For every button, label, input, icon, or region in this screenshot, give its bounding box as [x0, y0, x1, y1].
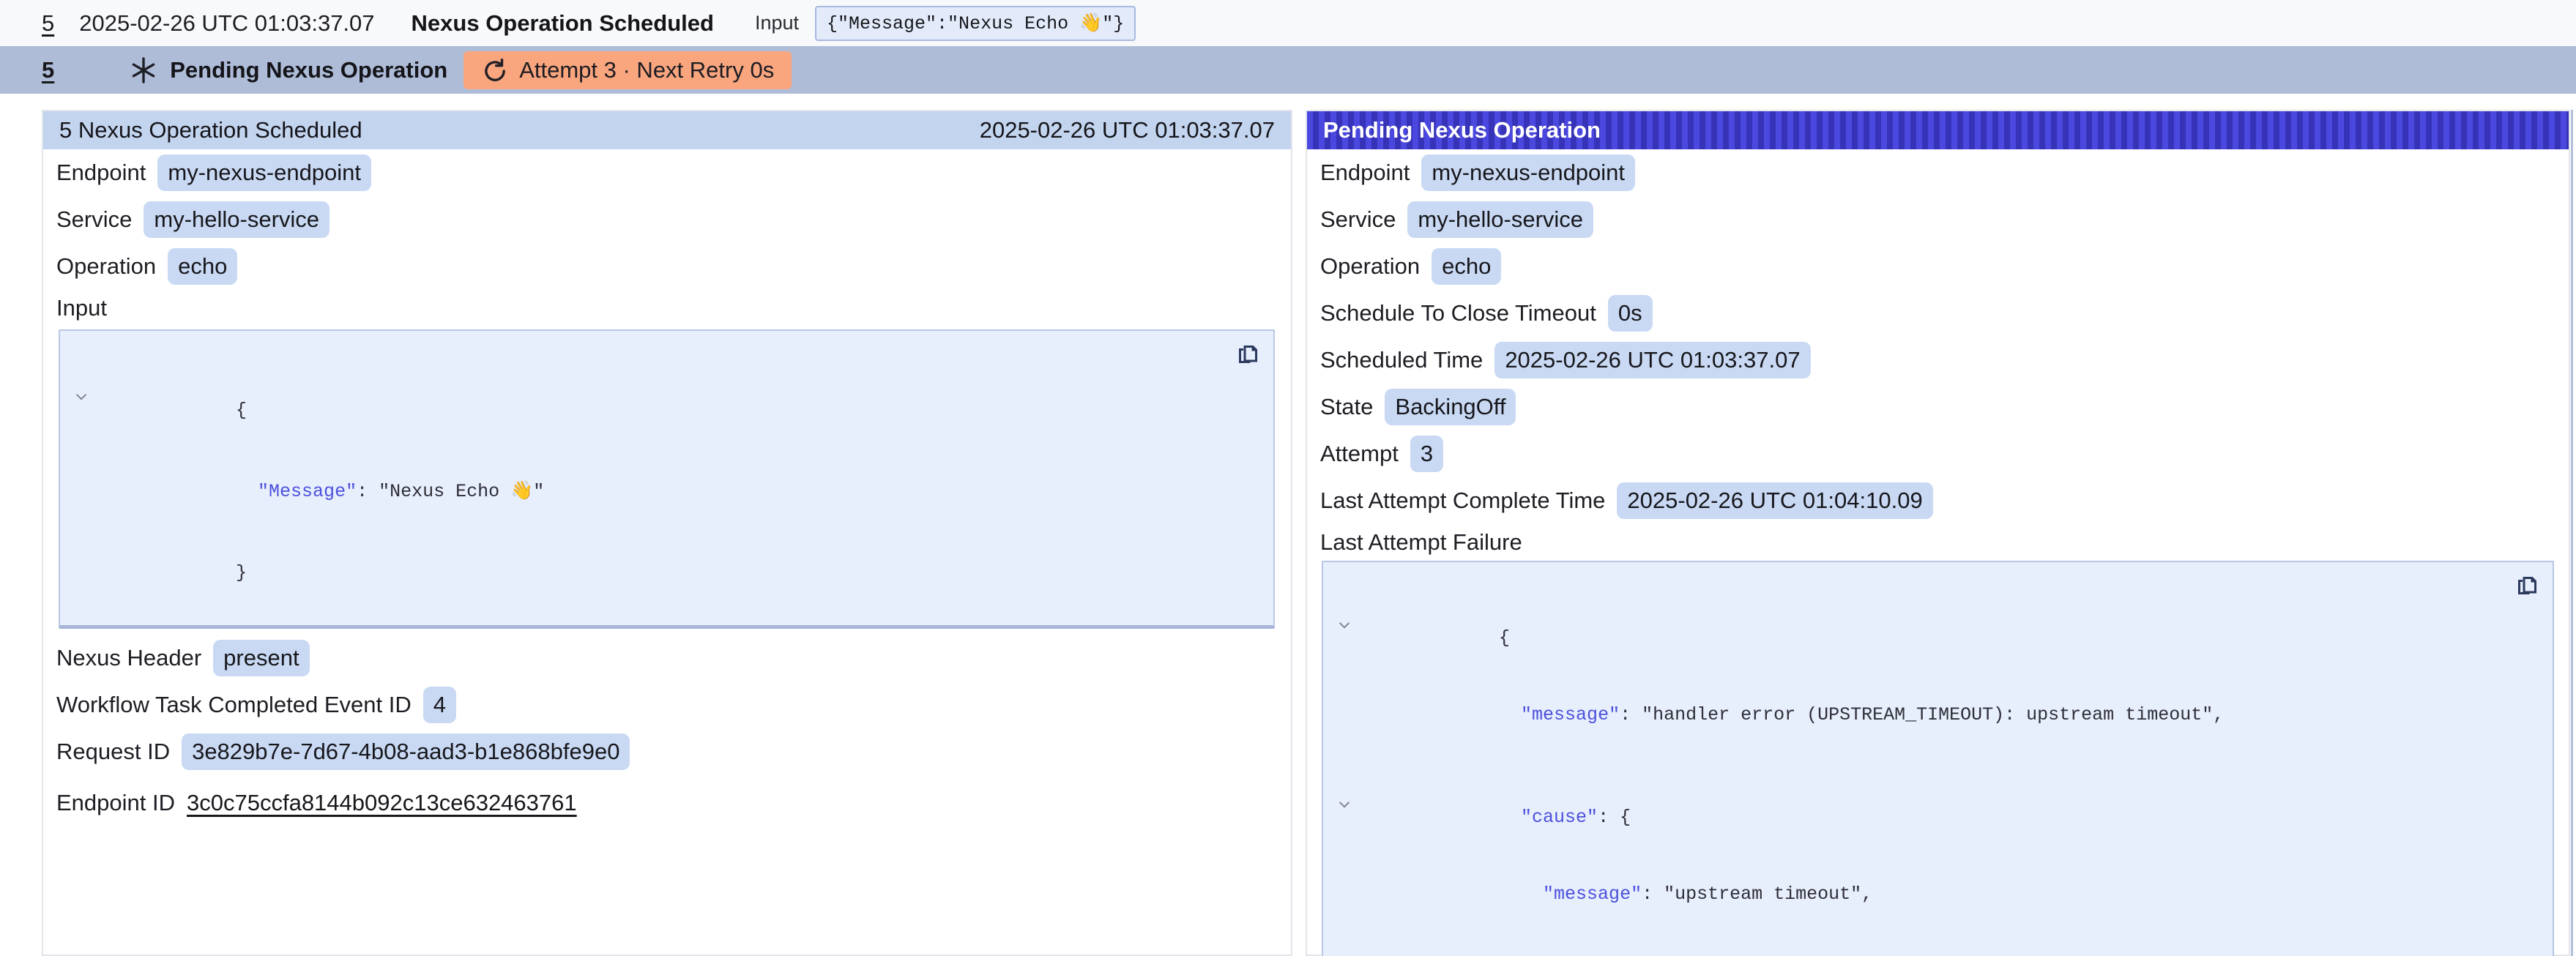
field-row-schedule-to-close-timeout: Schedule To Close Timeout 0s — [1320, 290, 2554, 337]
field-label: Operation — [56, 253, 156, 280]
retry-icon — [481, 56, 509, 84]
field-value-badge: my-nexus-endpoint — [157, 154, 371, 191]
field-row-endpoint: Endpoint my-nexus-endpoint — [1320, 149, 2554, 196]
field-row-state: State BackingOff — [1320, 384, 2554, 430]
field-row-operation: Operation echo — [1320, 243, 2554, 290]
field-row-nexus-header: Nexus Header present — [56, 635, 1276, 681]
field-label: Endpoint — [56, 160, 146, 186]
event-input-label: Input — [755, 12, 799, 34]
field-label: Schedule To Close Timeout — [1320, 300, 1596, 326]
endpoint-id-link[interactable]: 3c0c75ccfa8144b092c13ce632463761 — [187, 790, 577, 816]
field-label: Last Attempt Complete Time — [1320, 488, 1605, 514]
field-value-badge: echo — [1432, 248, 1501, 285]
event-row-scheduled[interactable]: 5 2025-02-26 UTC 01:03:37.07 Nexus Opera… — [0, 0, 2576, 46]
json-line: "applicationFailureInfo": { — [1333, 933, 2501, 956]
field-label: State — [1320, 394, 1373, 420]
field-value-badge: echo — [168, 248, 237, 285]
field-row-endpoint: Endpoint my-nexus-endpoint — [56, 149, 1276, 196]
event-name: Nexus Operation Scheduled — [412, 10, 714, 37]
panel-timestamp: 2025-02-26 UTC 01:03:37.07 — [980, 117, 1275, 143]
field-value-badge: 2025-02-26 UTC 01:03:37.07 — [1494, 342, 1810, 378]
field-value-badge: 3e829b7e-7d67-4b08-aad3-b1e868bfe9e0 — [182, 733, 630, 770]
field-label: Attempt — [1320, 441, 1399, 467]
field-label: Service — [56, 206, 132, 233]
field-value-badge: BackingOff — [1385, 389, 1516, 425]
field-row-last-attempt-complete-time: Last Attempt Complete Time 2025-02-26 UT… — [1320, 477, 2554, 524]
json-line: "message": "handler error (UPSTREAM_TIME… — [1333, 676, 2501, 753]
field-value-badge: 2025-02-26 UTC 01:04:10.09 — [1617, 482, 1932, 519]
field-row-endpoint-id: Endpoint ID 3c0c75ccfa8144b092c13ce63246… — [56, 780, 1276, 826]
collapse-chevron-icon[interactable] — [1336, 796, 1352, 813]
pending-operation-panel: Pending Nexus Operation Endpoint my-nexu… — [1306, 110, 2570, 956]
collapse-chevron-icon[interactable] — [73, 389, 89, 405]
field-value-badge: 4 — [423, 687, 456, 723]
field-row-service: Service my-hello-service — [56, 196, 1276, 243]
field-row-operation: Operation echo — [56, 243, 1276, 290]
failure-json-viewer: { "message": "handler error (UPSTREAM_TI… — [1322, 561, 2554, 956]
failure-section-label: Last Attempt Failure — [1320, 529, 1522, 556]
scheduled-event-panel: 5 Nexus Operation Scheduled 2025-02-26 U… — [42, 110, 1292, 956]
retry-label: Attempt 3 · Next Retry 0s — [519, 57, 774, 83]
json-line: { — [70, 343, 1222, 451]
field-row-workflow-task-completed-event-id: Workflow Task Completed Event ID 4 — [56, 681, 1276, 728]
field-label: Scheduled Time — [1320, 347, 1483, 373]
event-row-pending[interactable]: 5 Pending Nexus Operation Attempt 3 · Ne… — [0, 46, 2576, 94]
json-line: "message": "upstream timeout", — [1333, 856, 2501, 933]
field-label: Nexus Header — [56, 645, 201, 671]
input-section-label: Input — [56, 295, 107, 321]
field-label: Endpoint ID — [56, 790, 175, 816]
field-value-badge: present — [213, 640, 309, 676]
field-label: Workflow Task Completed Event ID — [56, 692, 412, 718]
field-row-attempt: Attempt 3 — [1320, 430, 2554, 477]
event-history-detail-screen: 5 2025-02-26 UTC 01:03:37.07 Nexus Opera… — [0, 0, 2576, 956]
field-label: Service — [1320, 206, 1396, 233]
panel-title: 5 Nexus Operation Scheduled — [59, 117, 362, 143]
copy-icon[interactable] — [1235, 341, 1262, 367]
field-label: Operation — [1320, 253, 1420, 280]
pending-panel-header: Pending Nexus Operation — [1307, 111, 2569, 149]
event-name: Pending Nexus Operation — [170, 57, 447, 83]
field-label: Request ID — [56, 739, 170, 765]
failure-section-label-row: Last Attempt Failure — [1320, 524, 2554, 561]
event-detail-panels: 5 Nexus Operation Scheduled 2025-02-26 U… — [42, 110, 2570, 956]
json-line: { — [1333, 574, 2501, 676]
json-line: } — [70, 532, 1222, 613]
scroll-track-divider — [2571, 110, 2573, 956]
field-row-request-id: Request ID 3e829b7e-7d67-4b08-aad3-b1e86… — [56, 728, 1276, 775]
event-input-chip: {"Message":"Nexus Echo 👋"} — [815, 6, 1136, 41]
field-label: Endpoint — [1320, 160, 1410, 186]
field-value-badge: my-nexus-endpoint — [1421, 154, 1635, 191]
pending-asterisk-icon — [129, 56, 158, 85]
field-row-scheduled-time: Scheduled Time 2025-02-26 UTC 01:03:37.0… — [1320, 337, 2554, 384]
collapse-chevron-icon[interactable] — [1336, 617, 1352, 633]
field-value-badge: 0s — [1608, 295, 1653, 332]
input-json-viewer: { "Message": "Nexus Echo 👋" } — [59, 329, 1275, 629]
field-value-badge: my-hello-service — [1407, 201, 1593, 238]
scheduled-panel-header: 5 Nexus Operation Scheduled 2025-02-26 U… — [43, 111, 1291, 149]
retry-status-badge: Attempt 3 · Next Retry 0s — [464, 51, 792, 89]
json-line: "cause": { — [1333, 753, 2501, 856]
event-id-link[interactable]: 5 — [42, 10, 54, 37]
json-line: "Message": "Nexus Echo 👋" — [70, 451, 1222, 532]
copy-icon[interactable] — [2514, 572, 2541, 599]
field-value-badge: my-hello-service — [144, 201, 330, 238]
field-row-service: Service my-hello-service — [1320, 196, 2554, 243]
event-id-link[interactable]: 5 — [42, 57, 54, 83]
field-value-badge: 3 — [1410, 436, 1443, 472]
input-section-label-row: Input — [56, 290, 1276, 326]
event-timestamp: 2025-02-26 UTC 01:03:37.07 — [79, 10, 374, 37]
panel-title: Pending Nexus Operation — [1323, 117, 1601, 143]
